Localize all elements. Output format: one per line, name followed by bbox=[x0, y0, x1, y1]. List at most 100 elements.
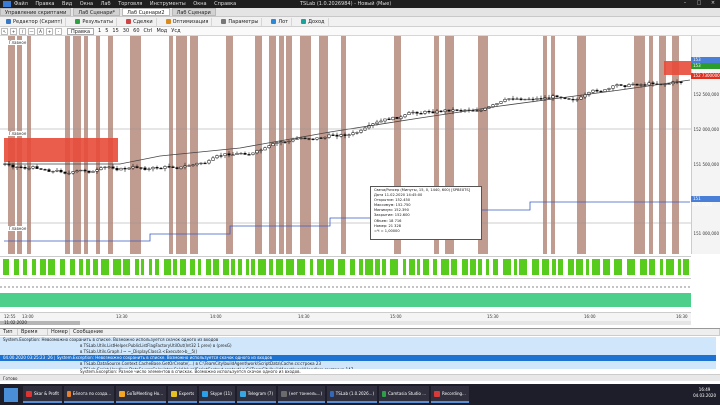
status-bar: Готово bbox=[0, 374, 720, 381]
zoom-out-icon[interactable]: - bbox=[55, 27, 62, 35]
session-band bbox=[130, 36, 141, 254]
tab-lab-scenario-1[interactable]: Лаб Сценари* bbox=[73, 8, 121, 16]
taskbar-item[interactable]: TSLab (1.0.2026...) bbox=[327, 386, 378, 403]
menu-lab[interactable]: Лаб bbox=[101, 1, 111, 7]
tf-1[interactable]: 1 bbox=[98, 28, 101, 34]
taskbar-item[interactable]: Camtasia Studio ... bbox=[379, 386, 430, 403]
text-tool-icon[interactable]: A bbox=[37, 27, 44, 35]
time-label-6: 15:00 bbox=[390, 314, 402, 319]
minimize-icon[interactable]: – bbox=[678, 0, 692, 6]
cursor-icon[interactable]: ↖ bbox=[1, 27, 8, 35]
signal-pane[interactable] bbox=[0, 256, 691, 278]
signal-bar bbox=[231, 259, 235, 275]
crosshair-icon[interactable]: + bbox=[10, 27, 17, 35]
taskbar-item-label: Camtasia Studio ... bbox=[388, 391, 427, 396]
log-col-message[interactable]: Сообщение bbox=[70, 329, 720, 335]
candle bbox=[291, 139, 295, 142]
taskbar-item[interactable]: Recording... bbox=[431, 386, 469, 403]
menu-trade[interactable]: Торговля bbox=[118, 1, 142, 7]
time-label-9: 16:30 bbox=[676, 314, 688, 319]
signal-bar bbox=[3, 259, 9, 275]
taskbar-item[interactable]: Skype (11) bbox=[199, 386, 235, 403]
signal-bar bbox=[246, 259, 249, 275]
candle bbox=[319, 137, 323, 139]
start-icon[interactable] bbox=[4, 387, 18, 402]
tab-lab-scenario-2[interactable]: Лаб Сценари2 bbox=[122, 8, 170, 16]
indicator-pane[interactable] bbox=[0, 278, 691, 312]
candle bbox=[283, 141, 287, 143]
candle bbox=[355, 132, 359, 134]
price-label-1: 152 500,000 bbox=[693, 92, 719, 97]
hline-tool-icon[interactable]: — bbox=[28, 27, 35, 35]
menu-windows[interactable]: Окна bbox=[80, 1, 93, 7]
link-mod[interactable]: Мод bbox=[156, 28, 167, 34]
candle bbox=[679, 81, 683, 83]
mode-select[interactable]: Правка bbox=[67, 27, 95, 35]
taskbar-item[interactable]: Еёлота по созда... bbox=[63, 386, 114, 403]
session-band bbox=[286, 36, 292, 254]
price-chart[interactable]: Главное Главное Главное Свеча/Ризсер (Ми… bbox=[0, 36, 720, 254]
candle bbox=[575, 98, 579, 101]
menu-view[interactable]: Вид bbox=[62, 1, 72, 7]
log-col-number[interactable]: Номер bbox=[48, 329, 70, 335]
system-tray-clock[interactable]: 16:49 04.03.2020 bbox=[693, 387, 716, 399]
tf-5[interactable]: 5 bbox=[105, 28, 108, 34]
menu-tools[interactable]: Инструменты bbox=[150, 1, 186, 7]
signal-bar bbox=[164, 259, 171, 275]
income-icon bbox=[301, 19, 307, 24]
taskbar-item[interactable]: GoToMeeting Ho... bbox=[115, 386, 166, 403]
price-scale[interactable]: 153 450,0000 153 450,0000 152 7300000 15… bbox=[691, 36, 720, 254]
candle bbox=[55, 169, 59, 172]
signal-bar bbox=[586, 259, 589, 275]
taskbar-item[interactable]: Skar & Profit bbox=[23, 386, 62, 403]
signal-bar bbox=[173, 259, 177, 275]
maximize-icon[interactable]: □ bbox=[692, 0, 706, 6]
zoom-in-icon[interactable]: + bbox=[46, 27, 53, 35]
tab-lab-scenario-3[interactable]: Лаб Сценари bbox=[171, 8, 216, 16]
menu-file[interactable]: Файл bbox=[14, 1, 28, 7]
log-col-time[interactable]: Время bbox=[18, 329, 48, 335]
candle bbox=[151, 167, 155, 170]
taskbar-item[interactable]: (нет тоннель...) bbox=[278, 386, 326, 403]
link-usd[interactable]: Усд bbox=[171, 28, 180, 34]
signal-pane-svg bbox=[3, 259, 689, 275]
tf-60[interactable]: 60 bbox=[133, 28, 139, 34]
close-icon[interactable]: × bbox=[706, 0, 720, 6]
candle bbox=[595, 89, 599, 92]
income-button[interactable]: Доход bbox=[298, 17, 329, 26]
menu-edit[interactable]: Правка bbox=[35, 1, 54, 7]
line-tool-icon[interactable]: / bbox=[19, 27, 26, 35]
session-band bbox=[551, 36, 555, 254]
results-button[interactable]: Результаты bbox=[72, 17, 118, 26]
taskbar-item[interactable]: Experts bbox=[167, 386, 198, 403]
candle bbox=[407, 112, 411, 115]
signal-bar bbox=[286, 259, 294, 275]
tf-30[interactable]: 30 bbox=[123, 28, 129, 34]
params-button[interactable]: Параметры bbox=[218, 17, 263, 26]
signal-bar bbox=[558, 259, 563, 275]
chart-scrollbar[interactable]: 11.02.2020 bbox=[0, 320, 691, 325]
signal-bar bbox=[660, 259, 663, 275]
tab-script-manager[interactable]: Управление скриптами bbox=[0, 8, 72, 16]
taskbar-item-label: GoToMeeting Ho... bbox=[126, 391, 163, 396]
taskbar-item[interactable]: Telegram (7) bbox=[236, 386, 277, 403]
candle bbox=[11, 164, 15, 168]
editor-button[interactable]: Редактор (Скрипт) bbox=[3, 17, 67, 26]
signal-bar bbox=[141, 259, 144, 275]
candle bbox=[255, 150, 259, 154]
optimization-button[interactable]: Оптимизация bbox=[163, 17, 213, 26]
log-col-type[interactable]: Тип bbox=[0, 329, 18, 335]
lot-button[interactable]: Лот bbox=[268, 17, 293, 26]
taskbar: Skar & Profit Еёлота по созда... GoToMee… bbox=[0, 384, 720, 405]
link-ctrl[interactable]: Ctrl bbox=[144, 28, 153, 34]
price-tag-3: 152 7300000 bbox=[691, 73, 720, 79]
menu-help[interactable]: Справка bbox=[214, 1, 236, 7]
candle bbox=[299, 137, 303, 140]
tf-15[interactable]: 15 bbox=[112, 28, 118, 34]
pane-label-3: Главное bbox=[8, 226, 28, 231]
candle bbox=[555, 95, 559, 98]
candle bbox=[67, 172, 71, 175]
candle bbox=[155, 167, 159, 169]
menu-windows-2[interactable]: Окна bbox=[193, 1, 206, 7]
deals-button[interactable]: Сделки bbox=[123, 17, 157, 26]
